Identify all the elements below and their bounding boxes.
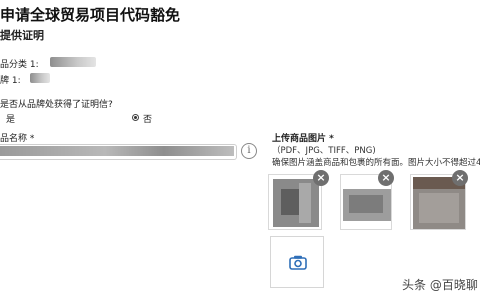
upload-formats: （PDF、JPG、TIFF、PNG) bbox=[272, 146, 376, 156]
section-subtitle: 提供证明 bbox=[0, 29, 44, 42]
image-preview-detail bbox=[299, 183, 311, 223]
image-preview-detail bbox=[419, 193, 459, 223]
info-icon[interactable]: i bbox=[241, 143, 257, 159]
brand-label: 牌 1: bbox=[0, 76, 21, 86]
radio-option-yes[interactable]: 是 bbox=[0, 112, 30, 125]
image-preview-detail bbox=[281, 189, 301, 215]
remove-image-button[interactable]: × bbox=[452, 170, 468, 186]
category-label: 品分类 1: bbox=[0, 60, 39, 70]
radio-yes-label: 是 bbox=[6, 115, 16, 125]
radio-selected-icon bbox=[132, 114, 139, 121]
camera-icon bbox=[289, 255, 307, 270]
product-name-value-redacted bbox=[0, 146, 234, 156]
category-value-redacted bbox=[50, 57, 96, 67]
radio-no-label: 否 bbox=[143, 115, 153, 125]
remove-image-button[interactable]: × bbox=[313, 170, 329, 186]
add-image-button[interactable] bbox=[270, 236, 324, 288]
upload-hint: 确保图片涵盖商品和包裹的所有面。图片大小不得超过4MB。 bbox=[272, 158, 480, 168]
remove-image-button[interactable]: × bbox=[378, 170, 394, 186]
radio-option-no[interactable]: 否 bbox=[132, 112, 172, 125]
upload-title: 上传商品图片 * bbox=[272, 134, 334, 144]
image-preview-detail bbox=[349, 195, 383, 213]
product-name-label: 品名称 * bbox=[0, 134, 35, 144]
watermark: 头条 @百晓聊 bbox=[402, 278, 478, 292]
certificate-question: 是否从品牌处获得了证明信? bbox=[0, 100, 113, 110]
page-title: 申请全球贸易项目代码豁免 bbox=[0, 6, 181, 24]
brand-value-redacted bbox=[30, 73, 50, 83]
